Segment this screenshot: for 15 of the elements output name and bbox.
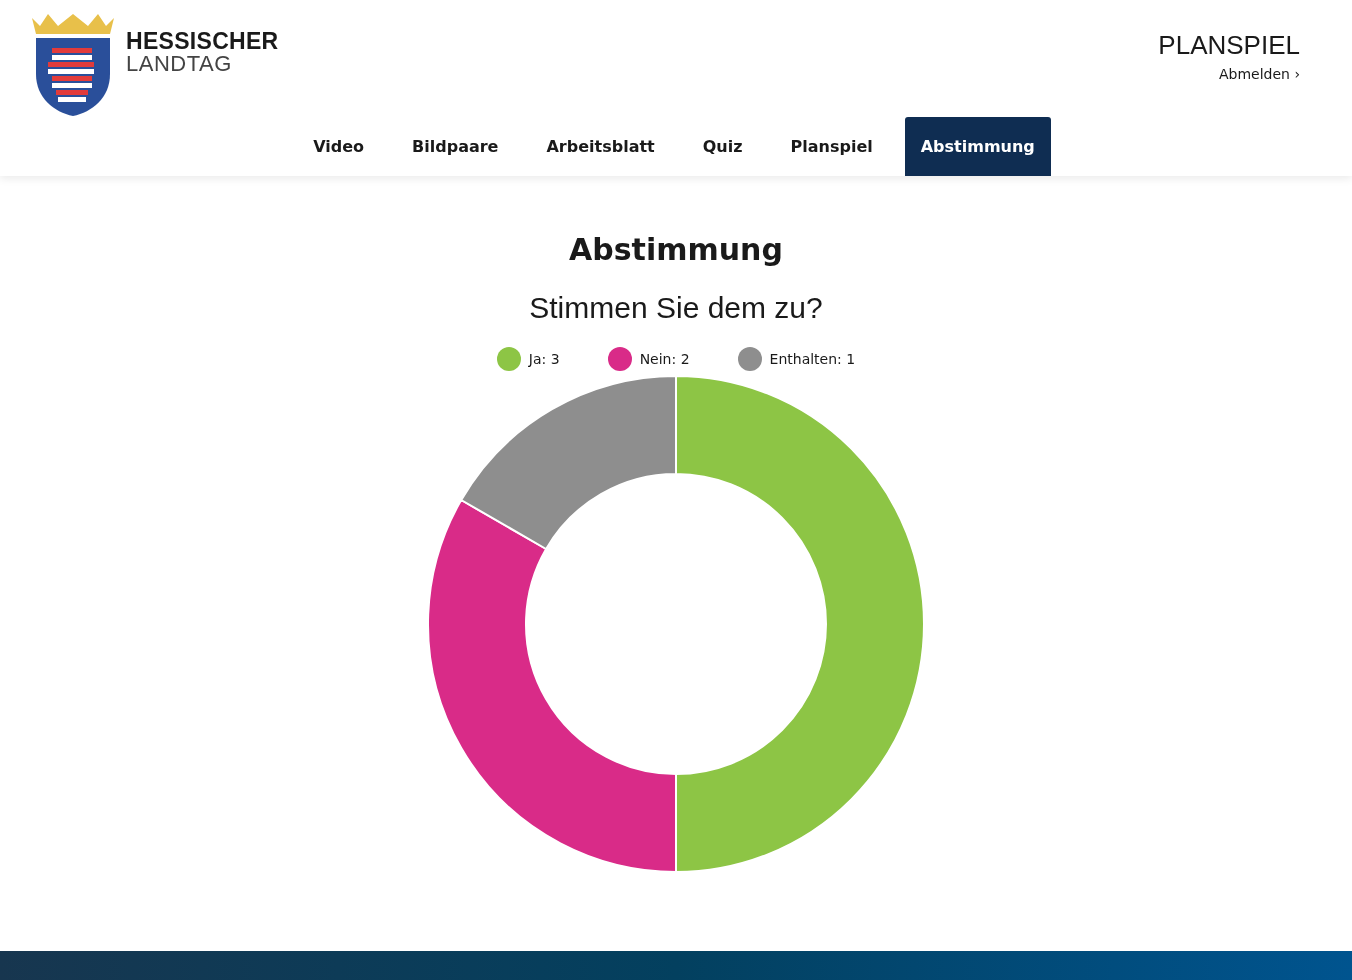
logout-link[interactable]: Abmelden ›: [1218, 66, 1300, 82]
section-title: PLANSPIEL: [1158, 30, 1300, 60]
page-title: Abstimmung: [569, 231, 783, 269]
nav-tab[interactable]: Planspiel: [766, 117, 897, 176]
nav-tab[interactable]: Bildpaare: [388, 117, 523, 176]
logo-subtitle: LANDTAG: [126, 53, 233, 75]
logo-title: HESSISCHER: [126, 30, 279, 53]
nav-tab[interactable]: Video: [289, 117, 389, 176]
legend-label: Nein: 2: [639, 351, 690, 367]
nav-tab[interactable]: Quiz: [678, 117, 767, 176]
question-text: Stimmen Sie dem zu?: [529, 290, 823, 326]
legend-label: Ja: 3: [528, 351, 560, 367]
legend-label: Enthalten: 1: [769, 351, 856, 367]
nav-tab[interactable]: Arbeitsblatt: [522, 117, 679, 176]
nav-tab[interactable]: Abstimmung: [904, 117, 1051, 176]
